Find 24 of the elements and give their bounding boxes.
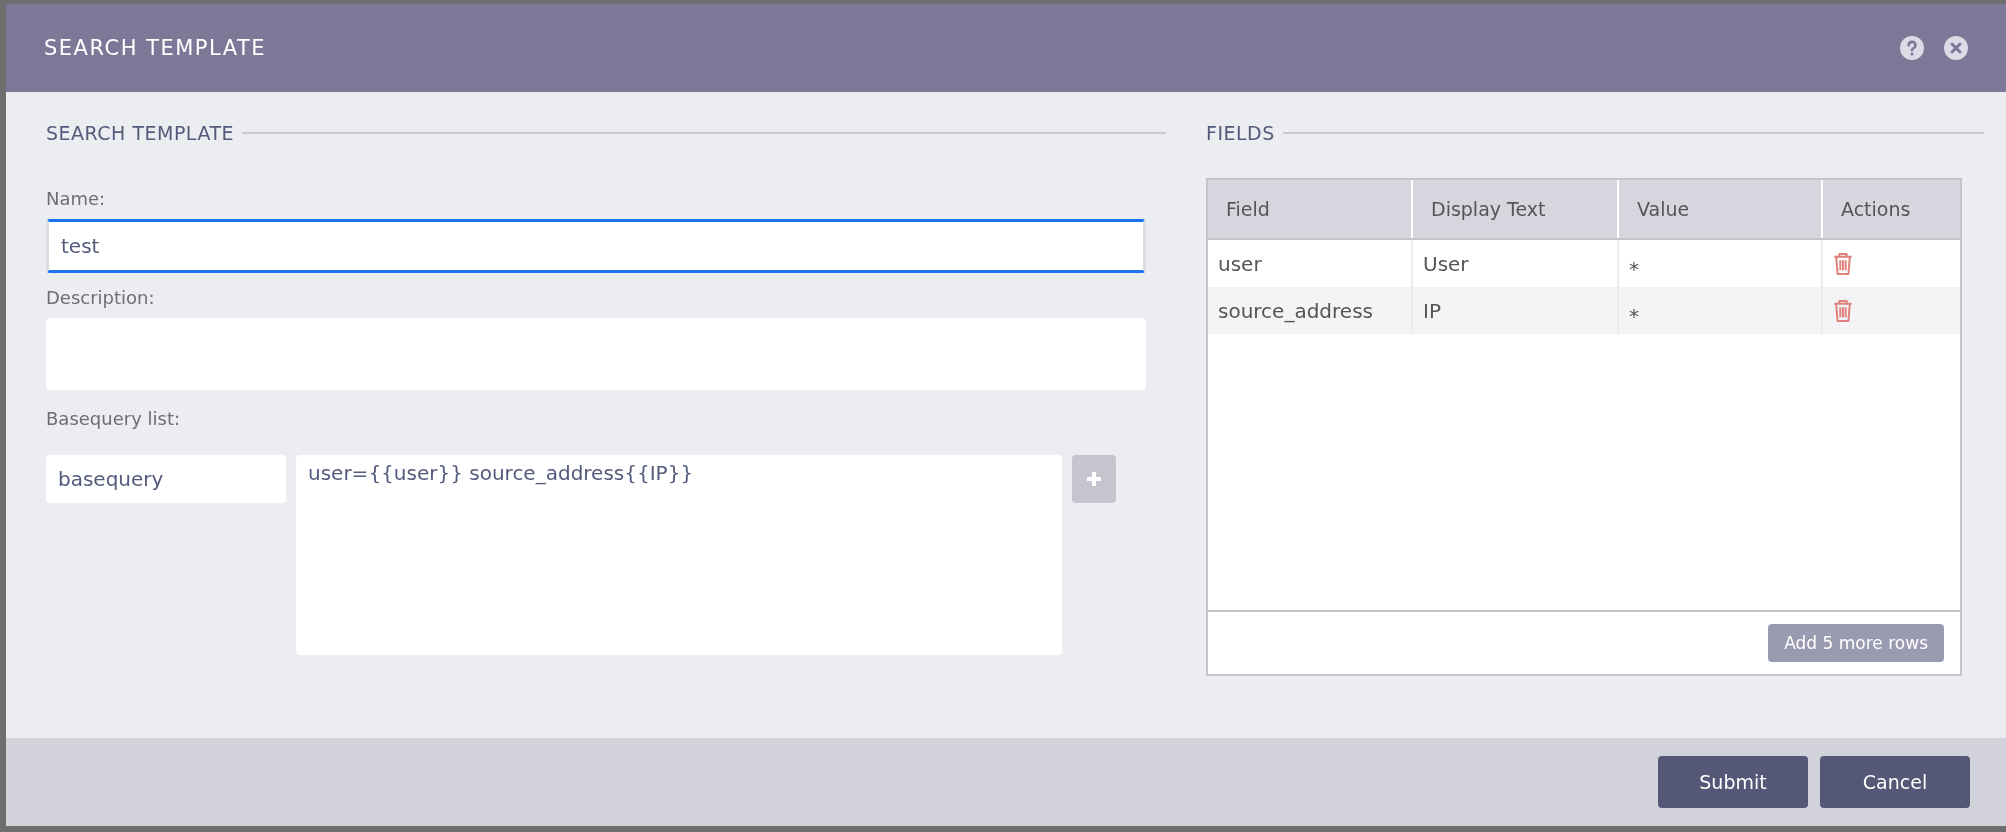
field-label: Basequery list:	[46, 408, 181, 429]
add-button[interactable]	[1072, 455, 1116, 503]
table-cell: source_address	[1208, 287, 1413, 334]
trash-icon[interactable]	[1833, 251, 1853, 276]
column-header: Display Text	[1413, 180, 1619, 238]
field-label: Name:	[46, 188, 107, 209]
section-heading: SEARCH TEMPLATE	[46, 122, 235, 144]
section-heading: FIELDS	[1206, 122, 1275, 144]
basequery-name-field[interactable]: basequery	[46, 455, 286, 503]
table-cell: IP	[1413, 287, 1619, 334]
submit-button[interactable]: Submit	[1658, 756, 1808, 808]
close-icon[interactable]	[1944, 36, 1968, 60]
field-label: Description:	[46, 287, 156, 308]
query-text-area[interactable]: user={{user}} source_address{{IP}}	[296, 455, 1062, 655]
dialog-title: SEARCH TEMPLATE	[44, 36, 267, 60]
table-cell: *	[1619, 287, 1823, 334]
trash-icon[interactable]	[1833, 298, 1853, 323]
column-header: Field	[1208, 180, 1413, 238]
column-header: Actions	[1840, 197, 1912, 222]
cancel-button[interactable]: Cancel	[1820, 756, 1970, 808]
plus-icon	[1084, 469, 1104, 489]
column-header: Value	[1619, 180, 1823, 238]
help-icon[interactable]	[1900, 36, 1924, 60]
name-input-field[interactable]: test	[46, 219, 1146, 273]
